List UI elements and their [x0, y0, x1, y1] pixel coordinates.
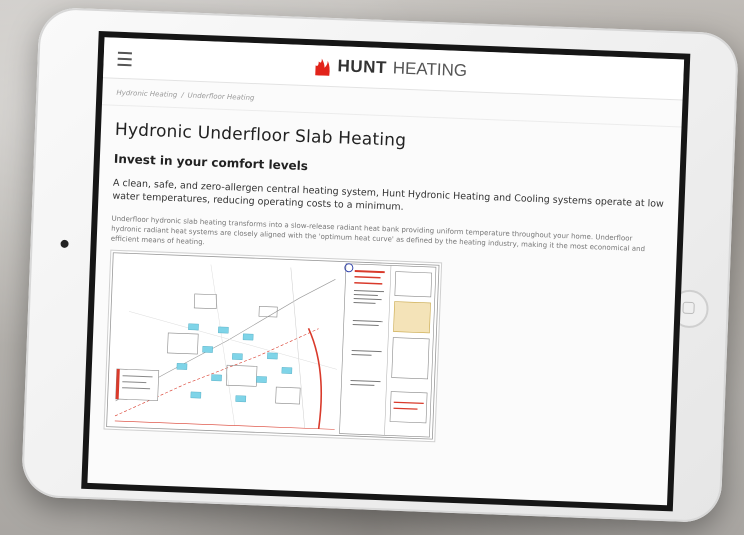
camera-icon [60, 239, 69, 249]
main-content: Hydronic Underfloor Slab Heating Invest … [89, 105, 681, 451]
brand-name-light: HEATING [392, 58, 468, 81]
breadcrumb-item-hydronic[interactable]: Hydronic Heating [116, 89, 177, 99]
tablet-screen: HUNT HEATING Hydronic Heating / Underfloor… [81, 31, 691, 512]
flame-logo-icon [315, 58, 330, 76]
hamburger-menu-icon[interactable] [117, 51, 132, 67]
breadcrumb-item-underfloor[interactable]: Underfloor Heating [187, 91, 254, 102]
tablet-device: HUNT HEATING Hydronic Heating / Underfloor… [20, 6, 740, 524]
brand-logo[interactable]: HUNT HEATING [313, 55, 467, 81]
floor-plan-svg [106, 252, 440, 440]
breadcrumb-separator: / [181, 91, 184, 100]
brand-name-bold: HUNT [337, 56, 388, 78]
floor-plan-drawing[interactable] [103, 249, 443, 443]
